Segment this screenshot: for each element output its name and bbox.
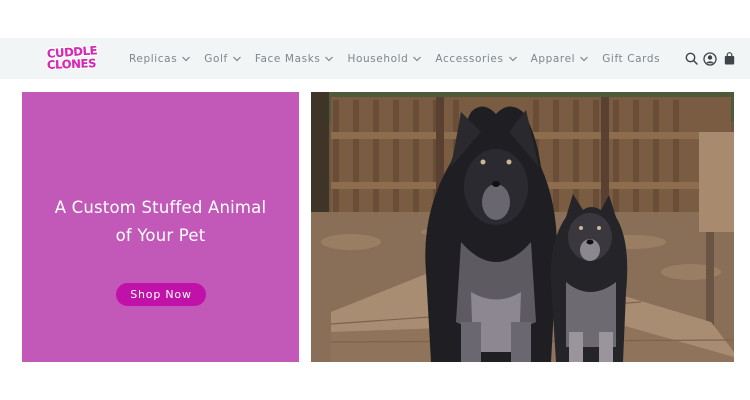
- nav-item-golf[interactable]: Golf: [204, 53, 242, 65]
- site-header: CUDDLE CLONES Replicas Golf Face Masks H…: [0, 38, 750, 79]
- search-icon[interactable]: [684, 52, 698, 66]
- nav-label-apparel: Apparel: [530, 52, 576, 65]
- nav-label-face-masks: Face Masks: [254, 52, 321, 65]
- nav-label-golf: Golf: [204, 52, 228, 65]
- chevron-down-icon: [508, 56, 517, 61]
- promo-panel: A Custom Stuffed Animal of Your Pet Shop…: [22, 92, 299, 362]
- hero-dogs-photo[interactable]: [311, 92, 734, 362]
- cart-icon[interactable]: [722, 52, 736, 66]
- header-icons: [684, 38, 741, 79]
- cuddle-clones-logo[interactable]: CUDDLE CLONES: [41, 42, 103, 73]
- chevron-down-icon: [413, 56, 422, 61]
- chevron-down-icon: [325, 56, 334, 61]
- nav-label-household: Household: [347, 52, 409, 65]
- promo-title-line-2: of Your Pet: [115, 226, 206, 245]
- chevron-down-icon: [232, 56, 241, 61]
- account-icon[interactable]: [703, 51, 717, 66]
- nav-item-household[interactable]: Household: [347, 53, 422, 65]
- nav-item-gift-cards[interactable]: Gift Cards: [602, 53, 660, 65]
- chevron-down-icon: [580, 56, 589, 61]
- nav-item-apparel[interactable]: Apparel: [531, 53, 590, 65]
- dogs-image: [311, 92, 734, 362]
- main-nav: Replicas Golf Face Masks Household Acces…: [129, 38, 660, 79]
- nav-item-accessories[interactable]: Accessories: [435, 53, 517, 65]
- nav-item-face-masks[interactable]: Face Masks: [255, 53, 335, 65]
- nav-label-replicas: Replicas: [129, 52, 178, 65]
- promo-title: A Custom Stuffed Animal of Your Pet: [22, 194, 299, 250]
- logo-line-2: CLONES: [46, 55, 98, 73]
- shop-now-button[interactable]: Shop Now: [116, 283, 206, 306]
- promo-title-line-1: A Custom Stuffed Animal: [54, 198, 267, 217]
- nav-label-gift-cards: Gift Cards: [602, 52, 661, 65]
- nav-item-replicas[interactable]: Replicas: [129, 53, 191, 65]
- chevron-down-icon: [182, 56, 191, 61]
- nav-label-accessories: Accessories: [435, 52, 504, 65]
